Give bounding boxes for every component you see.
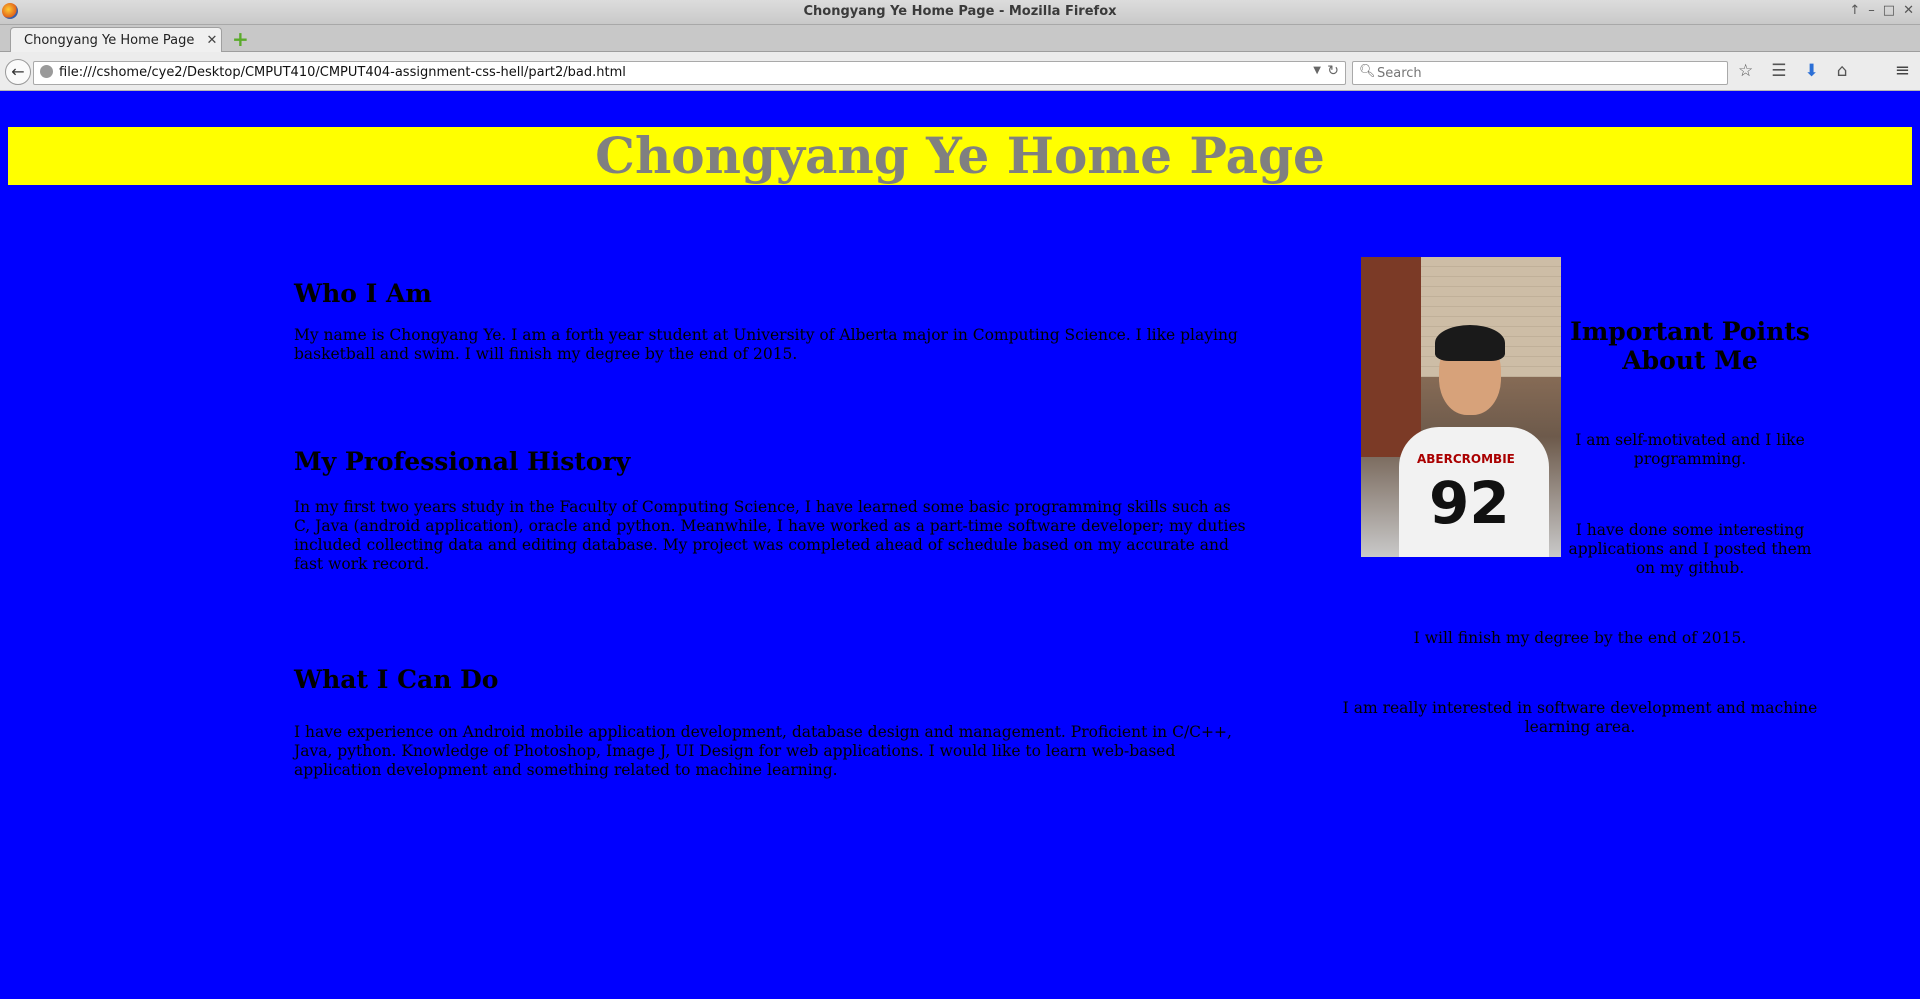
aside-point: I am self-motivated and I like programmi… [1575,431,1805,468]
aside-point: I have done some interesting application… [1568,521,1812,577]
reload-icon[interactable]: ↻ [1327,63,1339,79]
site-identity-icon[interactable] [40,65,53,78]
minimize-icon[interactable]: – [1868,3,1875,18]
search-bar[interactable]: 🔍︎ [1352,61,1728,85]
photo-shirt-number: 92 [1429,469,1510,537]
tab-label: Chongyang Ye Home Page [24,32,195,48]
url-text[interactable]: file:///cshome/cye2/Desktop/CMPUT410/CMP… [59,65,626,80]
navigation-bar: ← file:///cshome/cye2/Desktop/CMPUT410/C… [0,52,1920,91]
section-text: I have experience on Android mobile appl… [294,723,1232,779]
section-text: My name is Chongyang Ye. I am a forth ye… [294,326,1238,363]
section-who-i-am: Who I Am My name is Chongyang Ye. I am a… [294,280,1249,364]
page-banner: Chongyang Ye Home Page [8,127,1912,185]
bookmarks-list-icon[interactable]: ☰ [1771,61,1786,81]
page-body: Chongyang Ye Home Page Who I Am My name … [0,91,1920,999]
section-heading: My Professional History [294,447,631,476]
home-icon[interactable]: ⌂ [1837,61,1848,81]
page-title: Chongyang Ye Home Page [595,126,1325,185]
tab-strip: Chongyang Ye Home Page ✕ + [0,25,1920,52]
section-heading: Who I Am [294,279,432,308]
toolbar-icons: ☆ ☰ ⬇ ⌂ [1738,61,1848,81]
photo-shirt-text: ABERCROMBIE [1417,452,1515,466]
menu-icon[interactable]: ≡ [1895,60,1910,81]
aside-point: I am really interested in software devel… [1342,699,1818,736]
new-tab-icon[interactable]: + [232,29,252,49]
maximize-icon[interactable]: □ [1883,3,1895,18]
window-up-icon[interactable]: ↑ [1849,3,1860,18]
section-professional-history: My Professional History In my first two … [294,448,1249,574]
back-button[interactable]: ← [5,59,31,85]
section-text: In my first two years study in the Facul… [294,498,1246,573]
window-title: Chongyang Ye Home Page - Mozilla Firefox [803,4,1117,19]
url-history-dropdown-icon[interactable]: ▼ [1313,65,1321,76]
close-window-icon[interactable]: ✕ [1903,3,1914,18]
window-titlebar: Chongyang Ye Home Page - Mozilla Firefox… [0,0,1920,25]
tab-close-icon[interactable]: ✕ [203,33,221,48]
section-heading: What I Can Do [294,665,499,694]
tab-home-page[interactable]: Chongyang Ye Home Page ✕ [10,27,222,52]
section-what-i-can-do: What I Can Do I have experience on Andro… [294,666,1249,780]
bookmark-star-icon[interactable]: ☆ [1738,61,1753,81]
download-icon[interactable]: ⬇ [1805,61,1819,81]
search-input[interactable] [1375,64,1719,82]
url-bar[interactable]: file:///cshome/cye2/Desktop/CMPUT410/CMP… [33,61,1346,85]
window-controls: ↑ – □ ✕ [1849,3,1914,18]
aside-point: I will finish my degree by the end of 20… [1413,629,1747,647]
profile-photo: ABERCROMBIE 92 [1361,257,1561,557]
aside-heading: Important Points About Me [1570,317,1810,375]
search-icon: 🔍︎ [1359,64,1376,79]
